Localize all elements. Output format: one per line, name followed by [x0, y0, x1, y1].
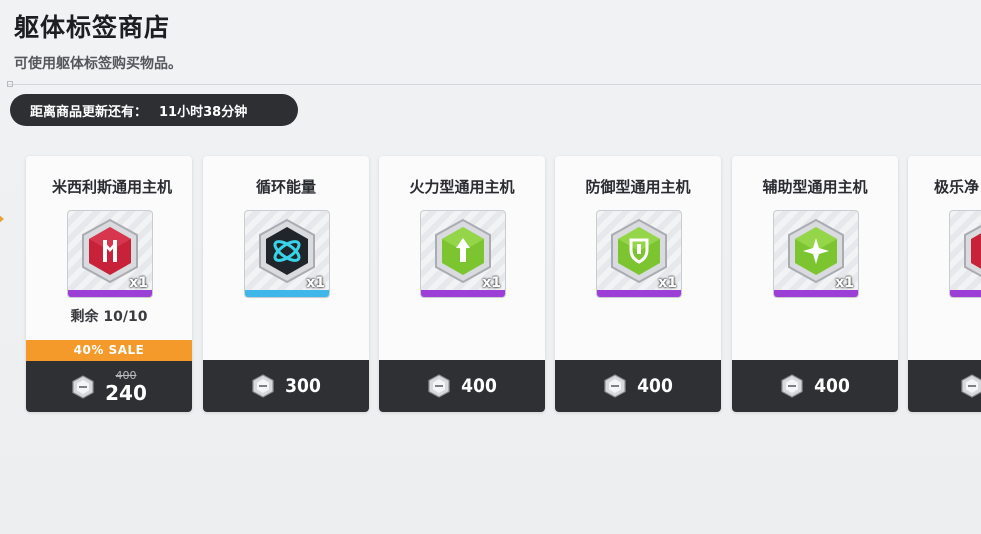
body-label-currency-icon: [428, 374, 450, 398]
body-label-currency-icon: [72, 374, 94, 399]
remaining-stock: 剩余 10/10: [70, 309, 148, 325]
item-price: 400: [637, 375, 673, 397]
price-bar: 400: [732, 360, 898, 412]
item-quantity: x1: [306, 275, 325, 291]
item-icon-frame: x1: [244, 210, 330, 298]
item-icon-frame: x1: [420, 210, 506, 298]
body-label-currency-icon: [781, 374, 803, 398]
item-name: 米西利斯通用主机: [52, 178, 173, 196]
price-bar: [908, 360, 981, 412]
page-title: 躯体标签商店: [14, 13, 171, 42]
timer-value: 11小时38分钟: [159, 104, 248, 120]
page-subtitle: 可使用躯体标签购买物品。: [14, 56, 182, 72]
shop-item-card[interactable]: 防御型通用主机 x1 400: [555, 156, 721, 412]
body-label-currency-icon: [604, 374, 626, 398]
price-bar: 400 240: [26, 361, 192, 412]
rarity-bar: [421, 290, 505, 297]
rarity-bar: [597, 290, 681, 297]
rarity-bar: [245, 290, 329, 297]
rarity-bar: [950, 290, 981, 297]
price-bar: 400: [379, 360, 545, 412]
item-name: 防御型通用主机: [585, 178, 691, 196]
price-bar: 300: [203, 360, 369, 412]
item-price: 400: [461, 375, 497, 397]
red-hex-icon: [964, 224, 981, 278]
item-icon-frame: [949, 210, 981, 298]
shop-screen: 躯体标签商店 可使用躯体标签购买物品。 距离商品更新还有： 11小时38分钟 米…: [0, 0, 981, 534]
refresh-timer: 距离商品更新还有： 11小时38分钟: [10, 94, 298, 126]
body-label-currency-icon: [252, 374, 274, 398]
item-name: 极乐净: [934, 178, 980, 196]
item-icon-frame: x1: [67, 210, 153, 298]
item-name: 火力型通用主机: [409, 178, 515, 196]
item-price: 240: [105, 381, 147, 405]
item-icon-frame: x1: [596, 210, 682, 298]
item-name: 循环能量: [255, 178, 316, 196]
item-name: 辅助型通用主机: [762, 178, 868, 196]
item-quantity: x1: [129, 275, 148, 291]
item-price: 300: [285, 375, 321, 397]
price-bar: 400: [555, 360, 721, 412]
item-quantity: x1: [658, 275, 677, 291]
timer-label: 距离商品更新还有：: [30, 104, 148, 120]
divider-mark-icon: [7, 81, 13, 87]
shop-item-card[interactable]: 循环能量 x1 300: [203, 156, 369, 412]
shop-item-card[interactable]: 火力型通用主机 x1 400: [379, 156, 545, 412]
item-price: 400: [814, 375, 850, 397]
shop-item-card[interactable]: 辅助型通用主机 x1 400: [732, 156, 898, 412]
original-price: 400: [115, 369, 137, 382]
rarity-bar: [774, 290, 858, 297]
rarity-bar: [68, 290, 152, 297]
shop-item-card[interactable]: 极乐净: [908, 156, 981, 412]
item-quantity: x1: [835, 275, 854, 291]
body-label-currency-icon: [961, 374, 981, 398]
scroll-left-arrow-icon[interactable]: [0, 214, 4, 224]
shop-item-card[interactable]: 米西利斯通用主机 x1 剩余 10/10 40% SALE 400 240: [26, 156, 192, 412]
sale-badge: 40% SALE: [26, 340, 192, 361]
item-quantity: x1: [482, 275, 501, 291]
divider: [8, 84, 981, 85]
item-icon-frame: x1: [773, 210, 859, 298]
